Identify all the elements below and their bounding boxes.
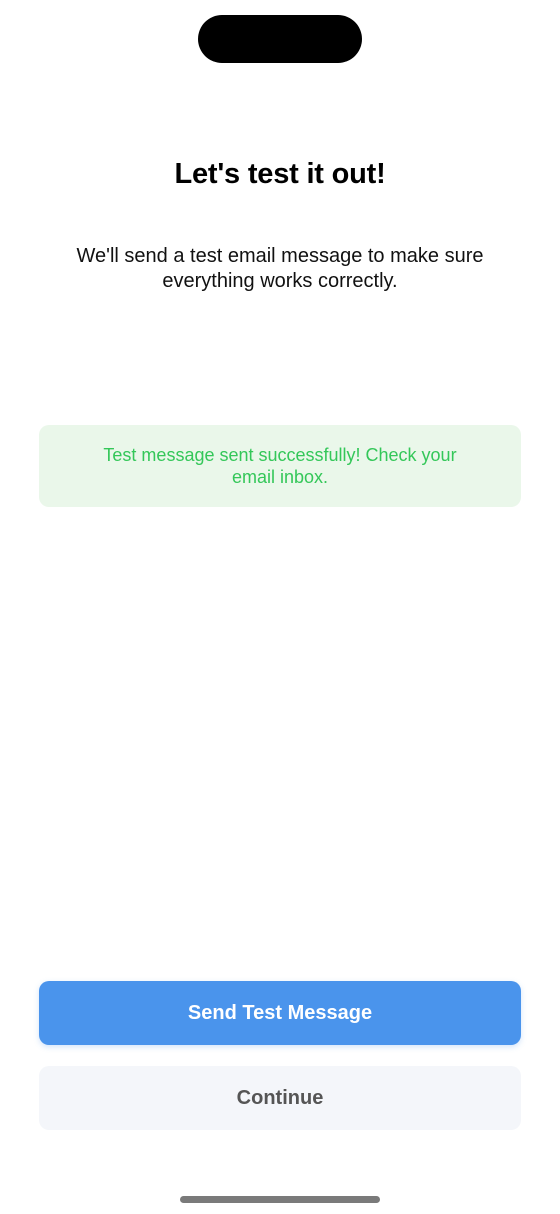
send-test-message-button[interactable]: Send Test Message (39, 981, 521, 1045)
page-title: Let's test it out! (174, 158, 386, 190)
dynamic-island (198, 15, 362, 63)
home-indicator (180, 1196, 380, 1203)
success-banner: Test message sent successfully! Check yo… (39, 425, 521, 507)
continue-button[interactable]: Continue (39, 1066, 521, 1130)
success-message: Test message sent successfully! Check yo… (103, 445, 457, 487)
description-text: We'll send a test email message to make … (76, 245, 484, 292)
